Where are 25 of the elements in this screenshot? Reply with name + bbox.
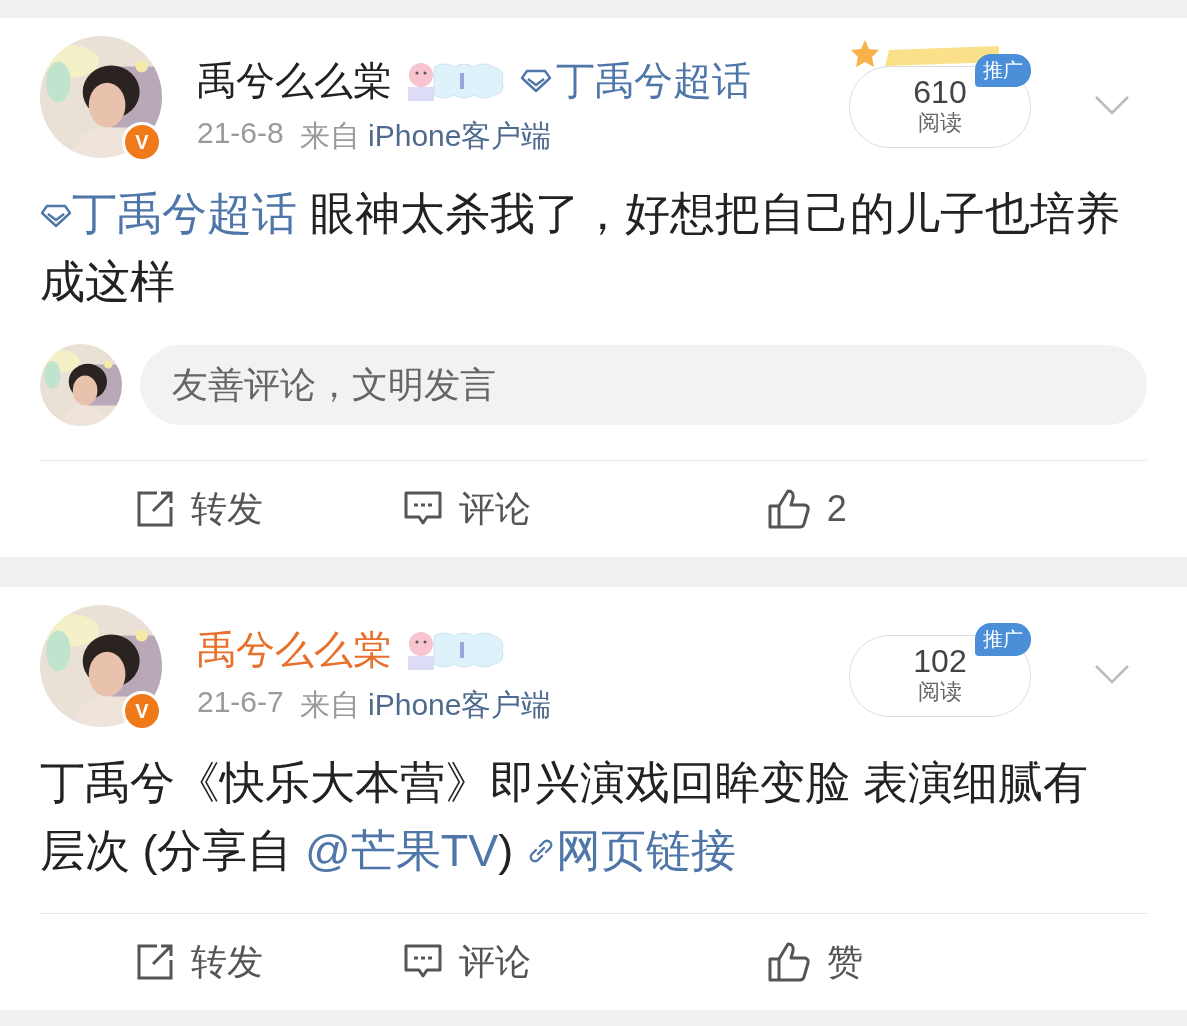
repost-button[interactable]: 转发 [40,937,404,987]
like-button[interactable]: 赞 [766,937,1130,987]
like-button[interactable]: 2 [766,488,1130,530]
chevron-down-icon[interactable] [1094,94,1130,116]
diamond-icon [40,203,72,229]
thumbs-up-icon [766,488,811,530]
diamond-icon [520,68,552,94]
post-date: 21-6-7 [197,685,284,720]
share-icon [135,942,175,982]
thumbs-up-icon [766,941,811,983]
chevron-down-icon[interactable] [1094,663,1130,685]
verified-badge: V [122,122,162,162]
repost-button[interactable]: 转发 [40,484,404,534]
verified-badge: V [122,691,162,731]
post-text: 丁禹兮《快乐大本营》即兴演戏回眸变脸 表演细腻有层次 (分享自 @芒果TV) 网页链接 [40,756,1089,878]
post-source: 来自 iPhone客户端 [299,118,552,154]
share-icon [135,489,175,529]
post-date: 21-6-8 [197,116,284,151]
comment-button[interactable]: 评论 [403,484,767,534]
comment-input[interactable]: 友善评论，文明发言 [140,345,1147,425]
post-text: 丁禹兮超话 眼神太杀我了，好想把自己的儿子也培养成这样 [40,187,1121,309]
user-name[interactable]: 禹兮么么棠 [197,54,392,108]
topic-link[interactable]: 丁禹兮超话 [520,54,751,108]
comment-button[interactable]: 评论 [403,937,767,987]
post-source: 来自 iPhone客户端 [299,687,552,723]
